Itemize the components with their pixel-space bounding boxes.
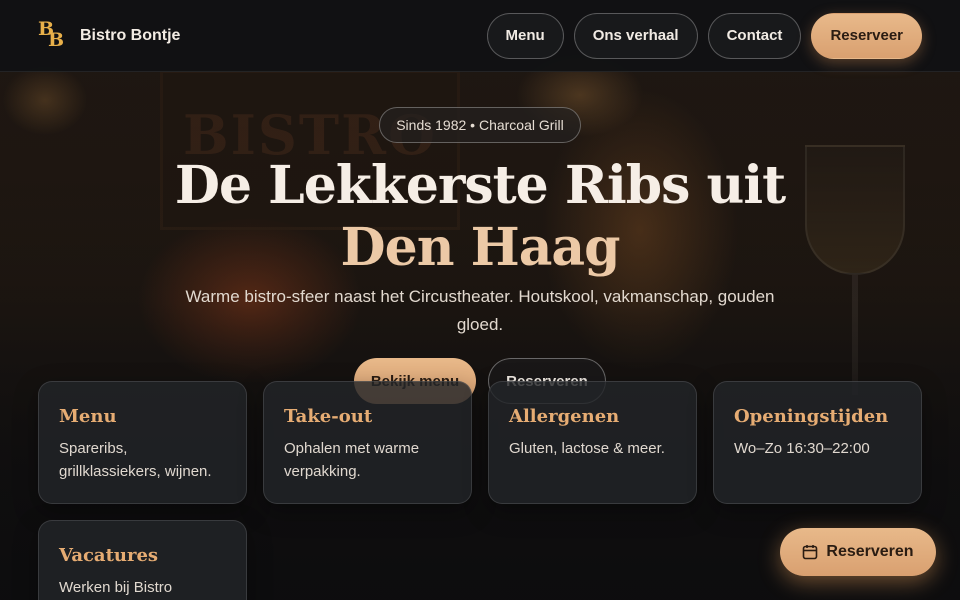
nav-reserveer-button[interactable]: Reserveer — [811, 12, 922, 59]
card-openingstijden[interactable]: Openingstijden Wo–Zo 16:30–22:00 — [713, 381, 922, 504]
card-text: Gluten, lactose & meer. — [509, 440, 665, 457]
card-title: Menu — [59, 406, 117, 427]
hero-title-line2: Den Haag — [340, 217, 621, 278]
since-badge: Sinds 1982 • Charcoal Grill — [379, 107, 581, 143]
nav-menu-button[interactable]: Menu — [486, 12, 564, 59]
card-vacatures[interactable]: Vacatures Werken bij Bistro — [38, 520, 247, 600]
floating-reserve-button[interactable]: Reserveren — [780, 528, 936, 576]
card-title: Vacatures — [59, 545, 159, 566]
calendar-icon — [803, 545, 818, 560]
background-glass-stem — [852, 275, 858, 395]
brand-name[interactable]: Bistro Bontje — [80, 27, 180, 45]
logo-icon[interactable]: BB — [38, 18, 66, 51]
site-header: BB Bistro Bontje Menu Ons verhaal Contac… — [0, 0, 960, 72]
card-title: Take-out — [284, 406, 373, 427]
hero-title: De Lekkerste Ribs uit Den Haag — [0, 155, 960, 279]
card-title: Openingstijden — [734, 406, 889, 427]
main-nav: Menu Ons verhaal Contact Reserveer — [486, 12, 922, 59]
nav-contact-button[interactable]: Contact — [707, 12, 802, 59]
card-text: Spareribs, grillklassiekers, wijnen. — [59, 440, 212, 480]
card-text: Wo–Zo 16:30–22:00 — [734, 440, 870, 457]
card-take-out[interactable]: Take-out Ophalen met warme verpakking. — [263, 381, 472, 504]
floating-reserve-label: Reserveren — [826, 543, 914, 560]
hero-title-line1: De Lekkerste Ribs uit — [174, 155, 786, 216]
card-menu[interactable]: Menu Spareribs, grillklassiekers, wijnen… — [38, 381, 247, 504]
card-allergenen[interactable]: Allergenen Gluten, lactose & meer. — [488, 381, 697, 504]
hero-subtitle: Warme bistro-sfeer naast het Circustheat… — [185, 287, 775, 334]
nav-ons-verhaal-button[interactable]: Ons verhaal — [573, 12, 698, 59]
card-title: Allergenen — [509, 406, 620, 427]
card-text: Werken bij Bistro — [59, 579, 173, 596]
card-text: Ophalen met warme verpakking. — [284, 440, 420, 480]
